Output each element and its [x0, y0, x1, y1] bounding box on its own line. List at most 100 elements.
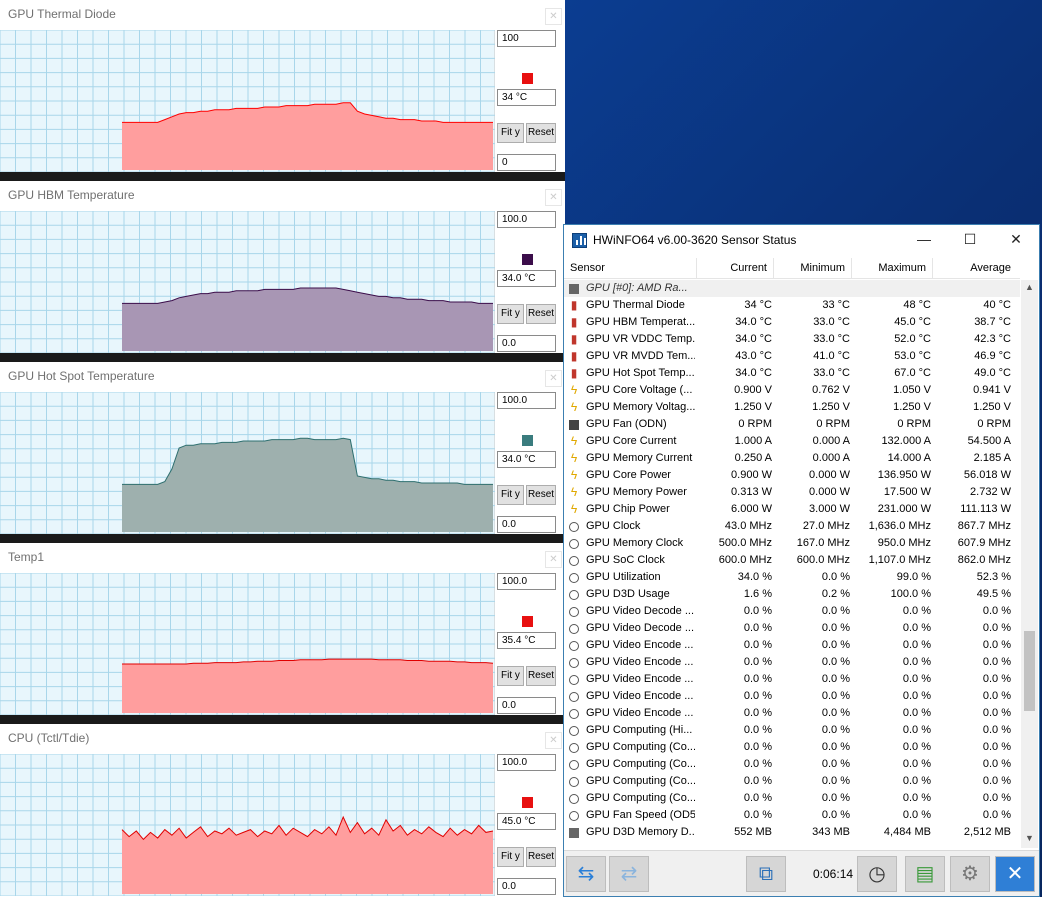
- graph-close-icon[interactable]: ✕: [545, 370, 562, 387]
- sensor-row[interactable]: GPU Computing (Co... 0.0 % 0.0 % 0.0 % 0.0 %: [564, 773, 1020, 790]
- sensor-row[interactable]: GPU Memory Clock 500.0 MHz 167.0 MHz 950.0 …: [564, 535, 1020, 552]
- sensor-name: GPU Fan Speed (OD5): [586, 809, 695, 821]
- sensor-row[interactable]: GPU Video Decode ... 0.0 % 0.0 % 0.0 % 0.0 %: [564, 603, 1020, 620]
- sensor-name: GPU HBM Temperat...: [586, 316, 695, 328]
- sensor-row[interactable]: GPU Computing (Co... 0.0 % 0.0 % 0.0 % 0.0 %: [564, 790, 1020, 807]
- sensor-row[interactable]: GPU Video Encode ... 0.0 % 0.0 % 0.0 % 0.0 %: [564, 637, 1020, 654]
- sensor-row[interactable]: GPU Video Encode ... 0.0 % 0.0 % 0.0 % 0.0 %: [564, 654, 1020, 671]
- graph-color-swatch[interactable]: [522, 254, 533, 265]
- settings-gear-icon[interactable]: ⚙: [950, 856, 990, 892]
- graph-min-field[interactable]: 0: [497, 154, 556, 171]
- close-button[interactable]: ✕: [1006, 231, 1026, 249]
- graph-max-field[interactable]: 100: [497, 30, 556, 47]
- fit-y-button[interactable]: Fit y: [497, 123, 524, 143]
- sensor-current: 0.0 %: [743, 758, 772, 770]
- expand-columns-button[interactable]: ⇆: [566, 856, 606, 892]
- fit-y-button[interactable]: Fit y: [497, 847, 524, 867]
- sensor-graph-window[interactable]: GPU Thermal Diode ✕ 100 34 °C Fit y Reset 0: [0, 0, 565, 182]
- sensor-row[interactable]: GPU Computing (Co... 0.0 % 0.0 % 0.0 % 0.0 %: [564, 739, 1020, 756]
- reset-button[interactable]: Reset: [526, 847, 556, 867]
- sensor-row[interactable]: ▮ GPU Thermal Diode 34 °C 33 °C 48 °C 40 °C: [564, 297, 1020, 314]
- graph-color-swatch[interactable]: [522, 797, 533, 808]
- sensor-row[interactable]: ϟ GPU Core Current 1.000 A 0.000 A 132.000 A…: [564, 433, 1020, 450]
- sensor-row[interactable]: ▮ GPU HBM Temperat... 34.0 °C 33.0 °C 45.0 °…: [564, 314, 1020, 331]
- sensor-current: 0.0 %: [743, 690, 772, 702]
- sensor-graph-window[interactable]: GPU HBM Temperature ✕ 100.0 34.0 °C Fit y Res…: [0, 181, 565, 363]
- reset-button[interactable]: Reset: [526, 304, 556, 324]
- fit-y-button[interactable]: Fit y: [497, 666, 524, 686]
- sensor-row[interactable]: GPU Computing (Hi... 0.0 % 0.0 % 0.0 % 0.0 %: [564, 722, 1020, 739]
- sensor-row[interactable]: GPU Video Decode ... 0.0 % 0.0 % 0.0 % 0.0 %: [564, 620, 1020, 637]
- graph-color-swatch[interactable]: [522, 73, 533, 84]
- sensor-row[interactable]: ϟ GPU Memory Current 0.250 A 0.000 A 14.000 …: [564, 450, 1020, 467]
- reset-button[interactable]: Reset: [526, 123, 556, 143]
- sensor-average: 0.0 %: [982, 809, 1011, 821]
- graph-color-swatch[interactable]: [522, 616, 533, 627]
- sensor-row[interactable]: GPU Video Encode ... 0.0 % 0.0 % 0.0 % 0.0 %: [564, 688, 1020, 705]
- sensor-name: GPU Computing (Co...: [586, 741, 695, 753]
- col-maximum[interactable]: Maximum: [852, 258, 933, 279]
- sensor-row[interactable]: ▮ GPU VR VDDC Temp... 34.0 °C 33.0 °C 52.0 °…: [564, 331, 1020, 348]
- col-average[interactable]: Average: [933, 258, 1020, 279]
- sensor-row[interactable]: ϟ GPU Chip Power 6.000 W 3.000 W 231.000 W 11…: [564, 501, 1020, 518]
- reset-button[interactable]: Reset: [526, 485, 556, 505]
- col-sensor[interactable]: Sensor: [564, 258, 697, 279]
- graph-color-swatch[interactable]: [522, 435, 533, 446]
- graph-max-field[interactable]: 100.0: [497, 754, 556, 771]
- sensor-row[interactable]: GPU Fan Speed (OD5) 0.0 % 0.0 % 0.0 % 0.0 %: [564, 807, 1020, 824]
- sensor-list[interactable]: GPU [#0]: AMD Ra... ▮ GPU Thermal Diode 34…: [564, 280, 1020, 850]
- sensor-row[interactable]: GPU Video Encode ... 0.0 % 0.0 % 0.0 % 0.0 %: [564, 671, 1020, 688]
- sensor-graph-window[interactable]: Temp1 ✕ 100.0 35.4 °C Fit y Reset 0.0: [0, 543, 565, 725]
- sensor-row[interactable]: GPU Computing (Co... 0.0 % 0.0 % 0.0 % 0.0 %: [564, 756, 1020, 773]
- graph-min-field[interactable]: 0.0: [497, 697, 556, 714]
- sensor-row[interactable]: ϟ GPU Memory Power 0.313 W 0.000 W 17.500 W2…: [564, 484, 1020, 501]
- minimize-button[interactable]: —: [914, 231, 934, 249]
- title-bar[interactable]: HWiNFO64 v6.00-3620 Sensor Status — ☐ ✕: [564, 225, 1039, 256]
- sensor-minimum: 33.0 °C: [813, 316, 850, 328]
- sensor-row[interactable]: GPU SoC Clock 600.0 MHz 600.0 MHz 1,107.0 M…: [564, 552, 1020, 569]
- graph-close-icon[interactable]: ✕: [545, 732, 562, 749]
- sensor-row[interactable]: GPU Fan (ODN) 0 RPM 0 RPM 0 RPM 0 RPM: [564, 416, 1020, 433]
- reset-button[interactable]: Reset: [526, 666, 556, 686]
- sensor-group-row[interactable]: GPU [#0]: AMD Ra...: [564, 280, 1020, 297]
- graph-max-field[interactable]: 100.0: [497, 392, 556, 409]
- graph-max-field[interactable]: 100.0: [497, 211, 556, 228]
- sensor-row[interactable]: GPU Video Encode ... 0.0 % 0.0 % 0.0 % 0.0 %: [564, 705, 1020, 722]
- sensor-row[interactable]: GPU D3D Usage 1.6 % 0.2 % 100.0 % 49.5 %: [564, 586, 1020, 603]
- graph-min-field[interactable]: 0.0: [497, 335, 556, 352]
- vertical-scrollbar[interactable]: ▲ ▼: [1021, 280, 1038, 848]
- col-minimum[interactable]: Minimum: [774, 258, 852, 279]
- col-current[interactable]: Current: [697, 258, 774, 279]
- clock-icon[interactable]: ◷: [857, 856, 897, 892]
- sensor-row[interactable]: ▮ GPU Hot Spot Temp... 34.0 °C 33.0 °C 67.0 …: [564, 365, 1020, 382]
- graph-max-field[interactable]: 100.0: [497, 573, 556, 590]
- sensor-row[interactable]: ϟ GPU Memory Voltag... 1.250 V 1.250 V 1.250…: [564, 399, 1020, 416]
- collapse-columns-button[interactable]: ⇄: [609, 856, 649, 892]
- sensor-row[interactable]: ϟ GPU Core Power 0.900 W 0.000 W 136.950 W 56…: [564, 467, 1020, 484]
- maximize-button[interactable]: ☐: [960, 231, 980, 249]
- scroll-up-icon[interactable]: ▲: [1023, 282, 1036, 294]
- graph-close-icon[interactable]: ✕: [545, 551, 562, 568]
- graph-close-icon[interactable]: ✕: [545, 189, 562, 206]
- graph-close-icon[interactable]: ✕: [545, 8, 562, 25]
- sensor-status-window[interactable]: HWiNFO64 v6.00-3620 Sensor Status — ☐ ✕ …: [563, 224, 1040, 897]
- fit-y-button[interactable]: Fit y: [497, 304, 524, 324]
- sensor-minimum: 0.0 %: [821, 605, 850, 617]
- fit-y-button[interactable]: Fit y: [497, 485, 524, 505]
- sensor-row[interactable]: ϟ GPU Core Voltage (... 0.900 V 0.762 V 1.05…: [564, 382, 1020, 399]
- sensor-row[interactable]: ▮ GPU VR MVDD Tem... 43.0 °C 41.0 °C 53.0 °C…: [564, 348, 1020, 365]
- exit-close-icon[interactable]: ✕: [995, 856, 1035, 892]
- logging-icon[interactable]: ▤: [905, 856, 945, 892]
- graph-min-field[interactable]: 0.0: [497, 516, 556, 533]
- sensor-maximum: 48 °C: [903, 299, 931, 311]
- sensor-graph-window[interactable]: CPU (Tctl/Tdie) ✕ 100.0 45.0 °C Fit y Reset 0.…: [0, 724, 565, 897]
- sensor-row[interactable]: GPU D3D Memory D... 552 MB 343 MB 4,484 MB 2…: [564, 824, 1020, 841]
- network-icon[interactable]: ⧉: [746, 856, 786, 892]
- sensor-row[interactable]: GPU Clock 43.0 MHz 27.0 MHz 1,636.0 MHz 867.…: [564, 518, 1020, 535]
- sensor-maximum: 100.0 %: [890, 588, 931, 600]
- sensor-row[interactable]: GPU Utilization 34.0 % 0.0 % 99.0 % 52.3 %: [564, 569, 1020, 586]
- sensor-graph-window[interactable]: GPU Hot Spot Temperature ✕ 100.0 34.0 °C Fit…: [0, 362, 565, 544]
- scroll-down-icon[interactable]: ▼: [1023, 833, 1036, 845]
- scrollbar-thumb[interactable]: [1024, 631, 1035, 711]
- graph-min-field[interactable]: 0.0: [497, 878, 556, 895]
